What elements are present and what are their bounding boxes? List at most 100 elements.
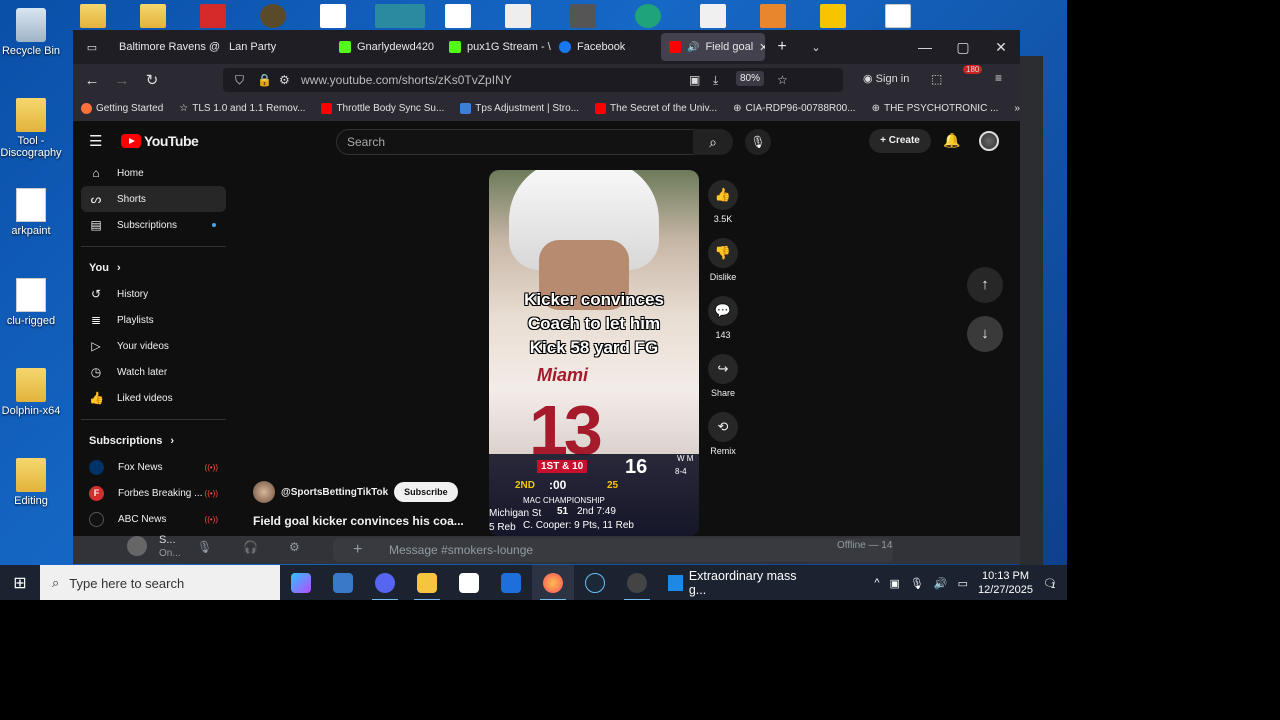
mail-icon[interactable] xyxy=(490,565,532,600)
short-video-player[interactable]: Miami 13 Kicker convinces Coach to let h… xyxy=(489,170,699,536)
permissions-icon[interactable]: ⚙ xyxy=(279,73,290,87)
reload-icon[interactable]: ↻ xyxy=(137,71,167,89)
app-icon[interactable] xyxy=(322,565,364,600)
desktop-icon-arkpaint[interactable]: arkpaint xyxy=(0,188,62,237)
headphones-icon[interactable]: 🎧 xyxy=(243,540,258,554)
sidebar-item-home[interactable]: ⌂ Home xyxy=(81,160,226,186)
microphone-icon[interactable]: 🎙 xyxy=(910,577,924,590)
reader-icon[interactable]: ▣ xyxy=(689,73,700,87)
tab-gnarlydewd[interactable]: Gnarlydewd420 xyxy=(331,30,441,64)
sidebar-item-fox-news[interactable]: Fox News ((•)) xyxy=(81,454,226,480)
desktop-icon-editing[interactable]: Editing xyxy=(0,458,62,507)
sidebar-item-abc-news[interactable]: ABC News ((•)) xyxy=(81,506,226,532)
sidebar-item-your-videos[interactable]: ▷ Your videos xyxy=(81,333,226,359)
sidebar-item-history[interactable]: ↺ History xyxy=(81,281,226,307)
search-button[interactable]: ⌕ xyxy=(693,129,733,155)
chevron-up-icon[interactable]: ^ xyxy=(874,577,879,589)
addon-badge[interactable]: 180 xyxy=(963,65,983,74)
sidebar-item-shorts[interactable]: ᔕ Shorts xyxy=(81,186,226,212)
network-icon[interactable]: ▭ xyxy=(958,577,968,590)
close-icon[interactable]: ✕ xyxy=(982,30,1020,64)
file-icon[interactable] xyxy=(700,4,726,28)
volume-icon[interactable]: 🔊 xyxy=(934,577,948,590)
bookmark-star-icon[interactable]: ☆ xyxy=(777,73,788,87)
hamburger-menu-icon[interactable]: ☰ xyxy=(89,132,102,150)
taskbar-search[interactable]: ⌕ Type here to search xyxy=(40,565,280,600)
edge-icon[interactable] xyxy=(635,4,661,28)
sidebar-item-watch-later[interactable]: ◷ Watch later xyxy=(81,359,226,385)
desktop-icon-tool-discography[interactable]: Tool - Discography xyxy=(0,98,62,159)
steam-icon[interactable] xyxy=(574,565,616,600)
bookmark-secret[interactable]: The Secret of the Univ... xyxy=(587,103,725,114)
channel-name[interactable]: @SportsBettingTikTok xyxy=(281,487,388,498)
meet-icon[interactable]: ▣ xyxy=(889,577,899,590)
notifications-bell-icon[interactable]: 🔔 xyxy=(943,132,960,149)
pdf-icon[interactable] xyxy=(200,4,226,28)
forward-icon[interactable]: → xyxy=(107,72,137,89)
sidebar-item-forbes[interactable]: F Forbes Breaking ... ((•)) xyxy=(81,480,226,506)
atlas-icon[interactable] xyxy=(260,4,286,28)
folder-icon[interactable] xyxy=(140,4,166,28)
app-icon[interactable] xyxy=(570,4,596,28)
sign-in-button[interactable]: ◉ Sign in xyxy=(863,72,909,85)
sidebar-item-playlists[interactable]: ≣ Playlists xyxy=(81,307,226,333)
avatar[interactable] xyxy=(979,131,999,151)
desktop-icon-dolphin[interactable]: Dolphin-x64 xyxy=(0,368,62,417)
back-icon[interactable]: ← xyxy=(77,72,107,89)
search-input[interactable]: Search xyxy=(336,129,694,155)
short-title[interactable]: Field goal kicker convinces his coa... xyxy=(253,514,464,528)
mendix-icon[interactable] xyxy=(375,4,425,28)
tab-list-button[interactable]: ⌄ xyxy=(799,30,833,64)
windows-start-icon[interactable]: ⊞ xyxy=(0,573,40,593)
subscribe-button[interactable]: Subscribe xyxy=(394,482,458,502)
user-avatar[interactable] xyxy=(127,536,147,556)
rockstar-icon[interactable] xyxy=(820,4,846,28)
file-explorer-icon[interactable] xyxy=(406,565,448,600)
menu-icon[interactable]: ≡ xyxy=(995,71,1002,85)
sidebar-heading-you[interactable]: You › xyxy=(81,255,226,281)
bookmarks-overflow-icon[interactable]: » xyxy=(1006,103,1020,114)
download-icon[interactable]: ⤓ xyxy=(713,73,718,88)
new-tab-button[interactable]: + xyxy=(765,30,799,64)
file-icon[interactable] xyxy=(885,4,911,28)
bookmark-tps[interactable]: Tps Adjustment | Stro... xyxy=(452,103,587,114)
tab-pux1g[interactable]: pux1G Stream - \ xyxy=(441,30,551,64)
document-icon[interactable] xyxy=(505,4,531,28)
desktop-icon-recycle-bin[interactable]: Recycle Bin xyxy=(0,8,62,57)
tab-overview-icon[interactable]: ▭ xyxy=(73,30,111,64)
store-icon[interactable] xyxy=(448,565,490,600)
settings-icon[interactable]: ⚙ xyxy=(289,540,300,554)
maximize-icon[interactable]: ▢ xyxy=(944,30,982,64)
taskbar-notification[interactable]: Extraordinary mass g... xyxy=(658,569,818,597)
share-button[interactable]: ↪ Share xyxy=(706,354,740,398)
youtube-logo[interactable]: YouTube xyxy=(121,133,199,149)
channel-avatar[interactable] xyxy=(253,481,275,503)
sidebar-heading-subscriptions[interactable]: Subscriptions › xyxy=(81,428,226,454)
app-icon[interactable] xyxy=(616,565,658,600)
bookmark-throttle[interactable]: Throttle Body Sync Su... xyxy=(313,103,452,114)
app-icon[interactable] xyxy=(760,4,786,28)
next-short-button[interactable]: ↓ xyxy=(967,316,1003,352)
add-attachment-icon[interactable]: + xyxy=(353,538,362,562)
sidebar-item-subscriptions[interactable]: ▤ Subscriptions xyxy=(81,212,226,238)
bookmark-getting-started[interactable]: Getting Started xyxy=(73,103,171,114)
remix-button[interactable]: ⟲ Remix xyxy=(706,412,740,456)
chess-icon[interactable] xyxy=(445,4,471,28)
url-bar[interactable]: ⛉ 🔒 ⚙ www.youtube.com/shorts/zKs0TvZpINY… xyxy=(223,68,843,92)
microphone-icon[interactable]: 🎙 xyxy=(197,540,212,554)
extensions-icon[interactable]: ⬚ xyxy=(931,72,942,86)
firefox-icon[interactable] xyxy=(532,565,574,600)
action-center-icon[interactable]: 🗨 1 xyxy=(1043,577,1057,590)
discord-icon[interactable] xyxy=(364,565,406,600)
tab-field-goal[interactable]: 🔊 Field goal ✕ xyxy=(661,33,765,61)
comments-button[interactable]: 💬 143 xyxy=(706,296,740,340)
previous-short-button[interactable]: ↑ xyxy=(967,267,1003,303)
copilot-icon[interactable] xyxy=(280,565,322,600)
lock-icon[interactable]: 🔒 xyxy=(257,73,272,87)
bookmark-psychotronic[interactable]: ⊕ THE PSYCHOTRONIC ... xyxy=(864,103,1007,114)
speaker-icon[interactable]: 🔊 xyxy=(687,42,699,53)
tab-lan-party[interactable]: Lan Party xyxy=(221,30,331,64)
url-text[interactable]: www.youtube.com/shorts/zKs0TvZpINY xyxy=(301,73,512,87)
bookmark-tls[interactable]: ☆ TLS 1.0 and 1.1 Remov... xyxy=(171,103,313,114)
voice-search-button[interactable]: 🎙 xyxy=(745,129,771,155)
